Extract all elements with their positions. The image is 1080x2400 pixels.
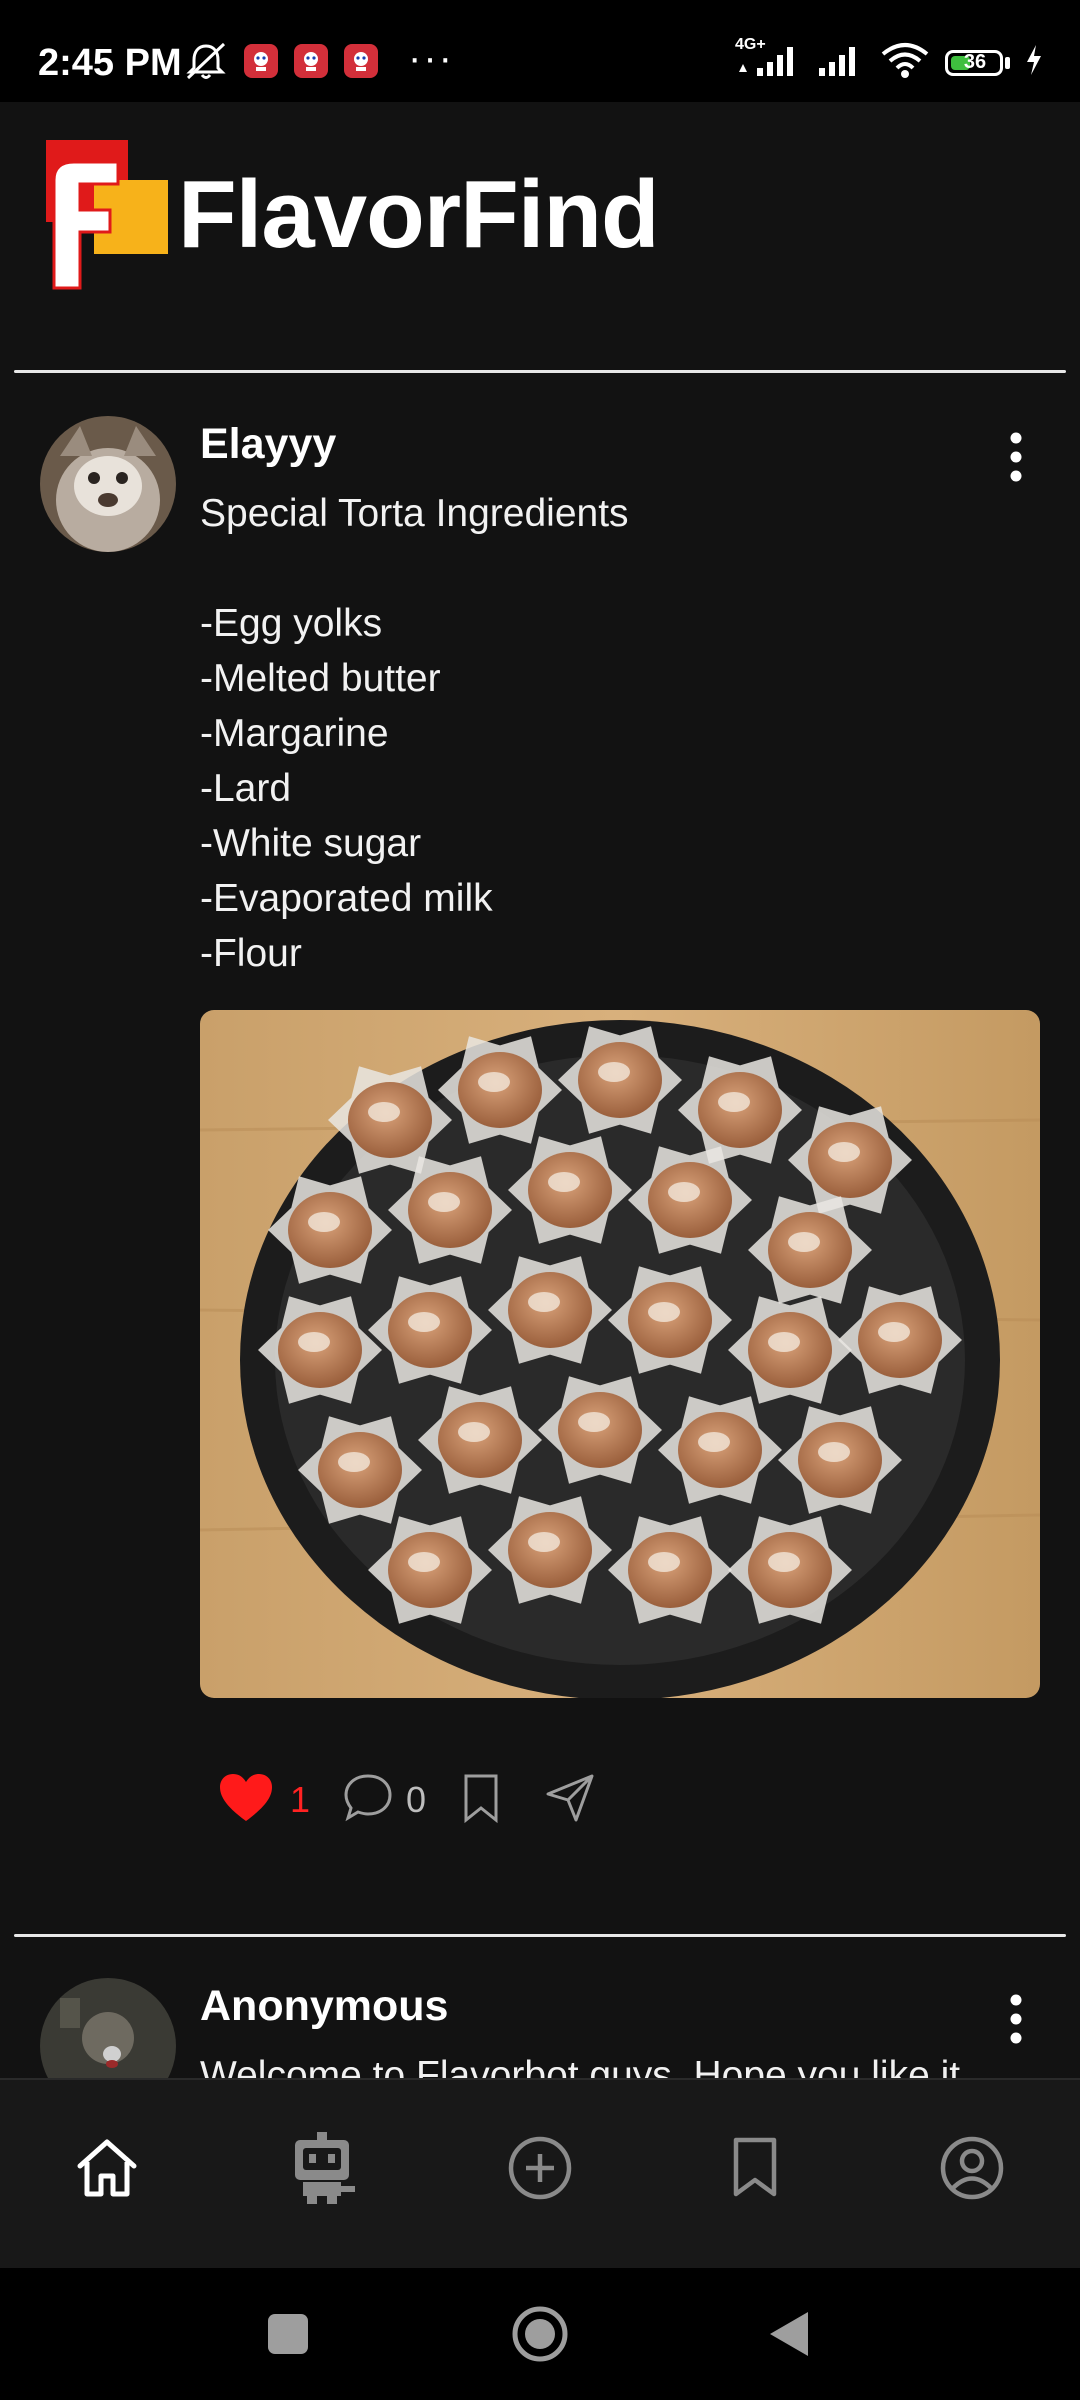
home-circle-icon[interactable] — [510, 2304, 570, 2369]
nav-add-post-icon[interactable] — [500, 2128, 580, 2208]
nav-robot-icon[interactable] — [282, 2128, 362, 2208]
battery-icon: 36 — [945, 49, 1003, 76]
post-preview-text: Welcome to Flavorbot guys. Hope you like… — [200, 2054, 961, 2078]
post-author[interactable]: Anonymous — [200, 1982, 448, 2031]
system-navigation-bar — [0, 2268, 1080, 2400]
avatar[interactable] — [40, 1978, 176, 2078]
nav-home-icon[interactable] — [67, 2128, 147, 2208]
more-options-icon[interactable] — [996, 1990, 1036, 2050]
nav-bookmark-icon[interactable] — [715, 2128, 795, 2208]
post-card[interactable]: Anonymous Welcome to Flavorbot guys. Hop… — [0, 0, 1080, 2078]
bottom-navigation — [0, 2078, 1080, 2270]
post-preview: Welcome to Flavorbot guys. Hope you like… — [200, 2048, 1040, 2078]
battery-level: 36 — [963, 51, 987, 73]
back-icon[interactable] — [766, 2308, 812, 2365]
nav-profile-icon[interactable] — [932, 2128, 1012, 2208]
recents-icon[interactable] — [266, 2312, 310, 2361]
